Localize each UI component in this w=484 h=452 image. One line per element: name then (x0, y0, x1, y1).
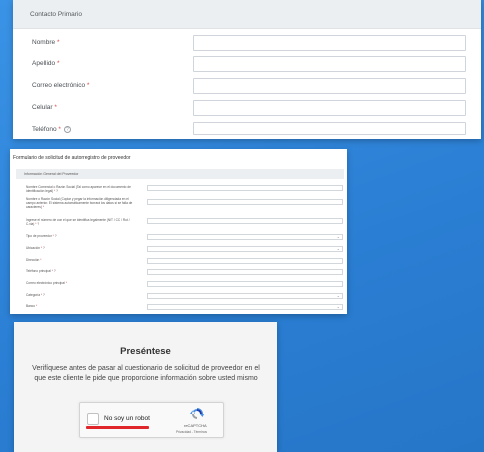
phone-input[interactable] (193, 122, 466, 135)
form-title: Formulario de solicitud de autorregistro… (13, 155, 131, 161)
recaptcha-links[interactable]: Privacidad - Términos (176, 430, 207, 434)
phone-row: Teléfono *? (13, 122, 481, 138)
first-name-row: Nombre * (13, 35, 481, 51)
primary-contact-header: Contacto Primario (13, 0, 481, 29)
form-label: Nombre o Razón Social (Copiar y pegar la… (26, 197, 133, 209)
cellphone-label: Celular * (32, 104, 57, 111)
last-name-input[interactable] (193, 56, 466, 72)
cellphone-input[interactable] (193, 100, 466, 116)
main-email-input[interactable] (147, 281, 343, 287)
help-icon[interactable]: ? (63, 126, 71, 133)
legal-name-input[interactable] (147, 199, 343, 205)
first-name-label: Nombre * (32, 39, 60, 46)
chevron-down-icon: ⌄ (336, 246, 340, 251)
recaptcha-label: No soy un robot (104, 415, 150, 422)
id-number-input[interactable] (147, 218, 343, 224)
verification-text: Verifíquese antes de pasar al cuestionar… (32, 365, 260, 382)
verification-heading: Preséntese (120, 346, 171, 357)
form-label: Ingrese el número de con el que se ident… (26, 218, 130, 226)
email-label: Correo electrónico * (32, 82, 90, 89)
verification-panel: Preséntese Verifíquese antes de pasar al… (14, 322, 277, 452)
highlight-underline (86, 426, 149, 429)
form-label: Ubicación * ? (26, 246, 45, 250)
form-section-header: Información General del Proveedor (16, 169, 344, 179)
recaptcha-brand: reCAPTCHA (184, 423, 207, 428)
recaptcha-widget: No soy un robot reCAPTCHA Privacidad - T… (79, 402, 224, 438)
first-name-input[interactable] (193, 35, 466, 51)
bank-select[interactable]: ⌄ (147, 304, 343, 310)
chevron-down-icon: ⌄ (336, 293, 340, 298)
form-label: Correo electrónico principal * (26, 281, 67, 285)
main-phone-input[interactable] (147, 269, 343, 275)
form-label: Teléfono principal * ? (26, 269, 56, 273)
category-select[interactable]: ⌄ (147, 293, 343, 299)
chevron-down-icon: ⌄ (336, 304, 340, 309)
form-label: Nombre Comercial o Razón Social (Tal com… (26, 185, 131, 193)
form-label: Categoría * ? (26, 293, 45, 297)
trade-name-input[interactable] (147, 185, 343, 191)
form-label: Tipo de proveedor * ? (26, 234, 57, 238)
recaptcha-logo-icon (190, 408, 204, 419)
last-name-label: Apellido * (32, 60, 60, 67)
location-select[interactable]: ⌄ (147, 246, 343, 252)
supplier-type-select[interactable]: ⌄ (147, 234, 343, 240)
phone-label: Teléfono *? (32, 126, 71, 133)
primary-contact-panel: Contacto Primario Nombre * Apellido * Co… (13, 0, 481, 139)
chevron-down-icon: ⌄ (336, 234, 340, 239)
address-input[interactable] (147, 258, 343, 264)
last-name-row: Apellido * (13, 56, 481, 72)
form-label: Dirección * (26, 258, 42, 262)
email-row: Correo electrónico * (13, 78, 481, 94)
supplier-form-panel: Formulario de solicitud de autorregistro… (10, 149, 347, 314)
cellphone-row: Celular * (13, 100, 481, 116)
email-input[interactable] (193, 78, 466, 94)
form-label: Banco * (26, 304, 38, 308)
recaptcha-checkbox[interactable] (87, 413, 99, 425)
